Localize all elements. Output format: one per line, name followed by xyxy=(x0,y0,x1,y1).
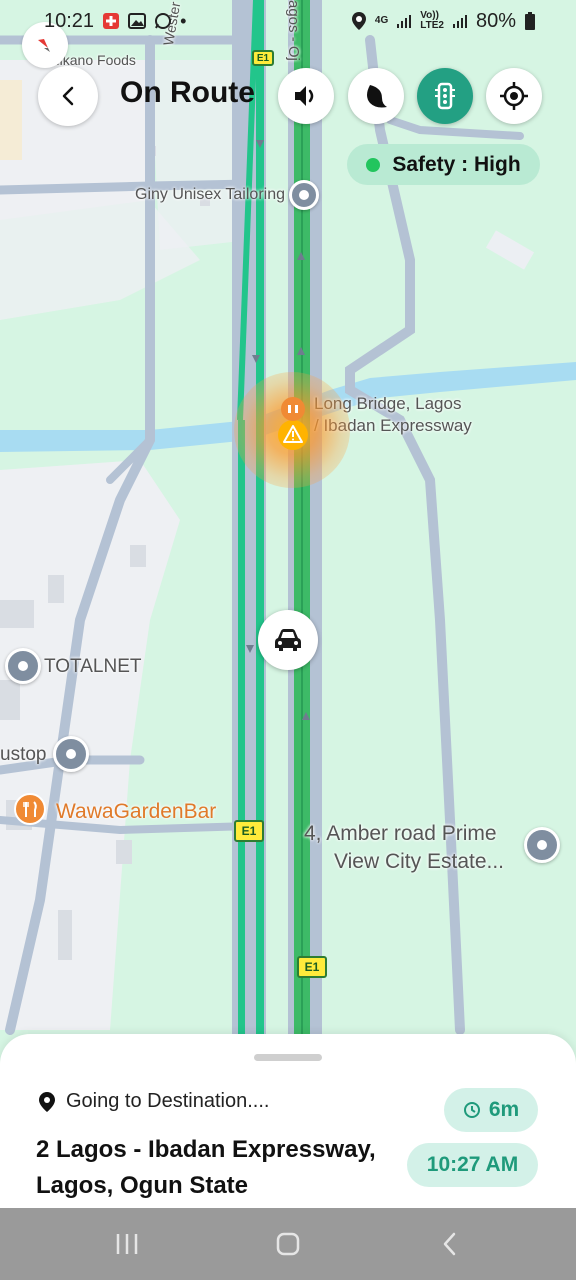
recents-button[interactable] xyxy=(87,1208,167,1280)
gallery-icon xyxy=(128,13,147,29)
volte-label: Vo)) LTE2 xyxy=(420,11,444,31)
status-time: 10:21 xyxy=(44,9,95,32)
going-row: Going to Destination.... xyxy=(38,1090,269,1113)
destination-address: 2 Lagos - Ibadan Expressway, Lagos, Ogun… xyxy=(36,1136,376,1199)
map-label-totalnet: TOTALNET xyxy=(44,656,142,677)
back-arrow-icon xyxy=(443,1232,456,1256)
location-status-icon xyxy=(351,12,366,30)
giny-pin-icon[interactable] xyxy=(289,180,319,210)
sheet-drag-handle[interactable] xyxy=(254,1054,322,1061)
amber-pin-icon[interactable] xyxy=(524,827,560,863)
night-mode-button[interactable] xyxy=(348,68,404,124)
system-nav-bar xyxy=(0,1208,576,1280)
going-label: Going to Destination.... xyxy=(66,1090,270,1112)
volte-bottom: LTE2 xyxy=(420,20,444,31)
back-nav-button[interactable] xyxy=(410,1208,490,1280)
warning-icon[interactable] xyxy=(276,418,310,452)
totalnet-pin-icon[interactable] xyxy=(5,648,41,684)
e1-shield-low: E1 xyxy=(297,956,327,978)
restaurant-pin-icon[interactable] xyxy=(14,793,46,825)
home-icon xyxy=(276,1232,300,1256)
traffic-light-icon xyxy=(435,82,455,110)
busstop-pin-icon[interactable] xyxy=(53,736,89,772)
eta-duration-chip: 6m xyxy=(444,1088,538,1132)
map-label-wawa: WawaGardenBar xyxy=(56,800,217,823)
back-button[interactable] xyxy=(38,66,98,126)
arrival-time-chip: 10:27 AM xyxy=(407,1143,538,1187)
traffic-button[interactable] xyxy=(417,68,473,124)
location-pin-icon xyxy=(39,1091,55,1112)
battery-icon xyxy=(525,12,535,30)
eta-duration: 6m xyxy=(488,1098,520,1121)
chevron-left-icon xyxy=(62,86,74,106)
safety-status-dot xyxy=(366,157,381,172)
sound-button[interactable] xyxy=(278,68,334,124)
map-label-giny-tailoring: Giny Unisex Tailoring xyxy=(135,186,285,203)
car-icon xyxy=(275,629,301,651)
page-title: On Route xyxy=(120,76,255,109)
notification-dot-icon: • xyxy=(180,10,187,31)
recenter-button[interactable] xyxy=(486,68,542,124)
e1-shield-mid: E1 xyxy=(234,820,264,842)
map-label-amber-2: View City Estate... xyxy=(334,850,505,873)
speaker-icon xyxy=(295,86,314,106)
vehicle-position-marker xyxy=(258,610,318,670)
clock-icon xyxy=(463,1102,480,1118)
arrival-time: 10:27 AM xyxy=(426,1153,519,1176)
status-bar: 10:21 • 4G Vo)) LTE2 80% xyxy=(0,0,576,42)
recents-icon xyxy=(116,1234,138,1254)
network-label: 4G xyxy=(374,15,389,26)
map-label-busstop: ustop xyxy=(0,744,47,765)
safety-label: Safety : High xyxy=(392,152,521,176)
e1-shield-top: E1 xyxy=(252,50,274,66)
signal-2-icon xyxy=(452,15,467,28)
home-button[interactable] xyxy=(248,1208,328,1280)
traffic-incident-icon xyxy=(281,397,305,421)
crosshair-icon xyxy=(500,82,528,110)
whatsapp-icon xyxy=(155,13,172,29)
battery-percent: 80% xyxy=(475,9,516,32)
trip-bottom-sheet[interactable]: Going to Destination.... 2 Lagos - Ibada… xyxy=(0,1034,576,1208)
signal-icon xyxy=(397,15,412,28)
map-label-amber-1: 4, Amber road Prime xyxy=(304,822,497,845)
safety-badge[interactable]: Safety : High xyxy=(347,144,540,185)
moon-icon xyxy=(367,85,387,108)
medical-app-icon xyxy=(103,13,120,29)
